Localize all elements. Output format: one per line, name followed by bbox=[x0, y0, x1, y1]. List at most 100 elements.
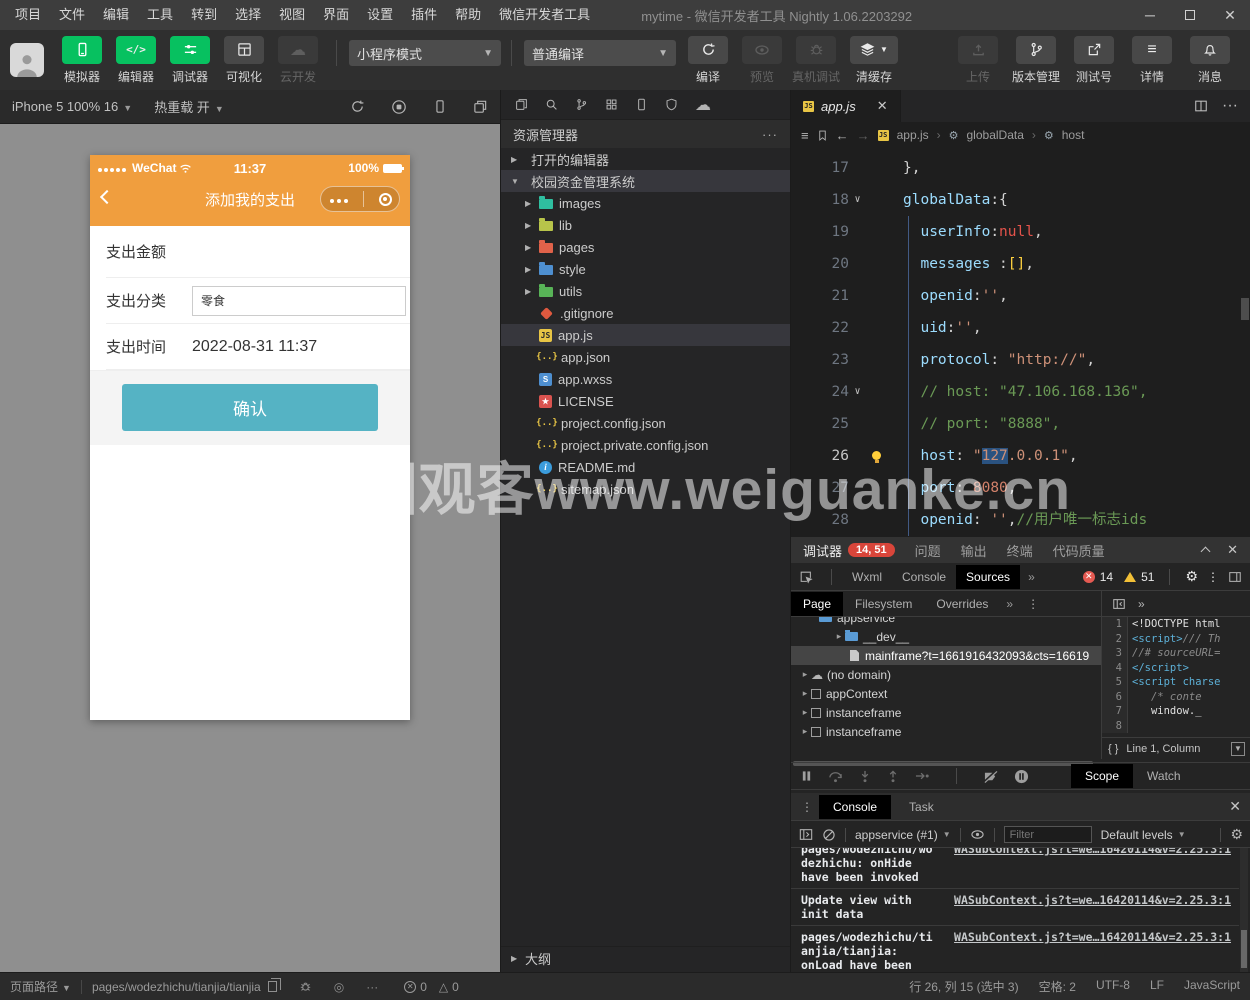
cloud-dev-button[interactable]: ☁ 云开发 bbox=[272, 35, 324, 85]
console-sidebar-icon[interactable] bbox=[799, 828, 813, 841]
code-line[interactable]: 23 protocol: "http://", bbox=[791, 344, 1250, 376]
menu-item[interactable]: 编辑 bbox=[94, 0, 138, 30]
code-line[interactable]: 20 messages :[], bbox=[791, 248, 1250, 280]
close-drawer-icon[interactable]: ✕ bbox=[1229, 798, 1241, 815]
dropdown-box-icon[interactable]: ▼ bbox=[1231, 741, 1245, 756]
lightbulb-icon[interactable] bbox=[872, 451, 881, 463]
menu-item[interactable]: 选择 bbox=[226, 0, 270, 30]
menu-item[interactable]: 插件 bbox=[402, 0, 446, 30]
bookmark-icon[interactable] bbox=[817, 129, 828, 142]
close-tab-icon[interactable]: ✕ bbox=[877, 98, 888, 114]
files-icon[interactable] bbox=[515, 98, 528, 111]
tree-section[interactable]: ▼ 校园资金管理系统 bbox=[501, 170, 790, 192]
menu-item[interactable]: 视图 bbox=[270, 0, 314, 30]
more-tabs-icon[interactable]: » bbox=[1006, 597, 1013, 611]
step-into-icon[interactable] bbox=[859, 770, 871, 783]
code-line[interactable]: 17}, bbox=[791, 152, 1250, 184]
panel-tab--[interactable]: 问题 bbox=[915, 541, 941, 560]
log-source-link[interactable]: WASubContext.js?t=we…16420114&v=2.25.3:1 bbox=[954, 848, 1231, 884]
real-device-debug-button[interactable]: 真机调试 bbox=[790, 35, 842, 85]
mobile-icon[interactable] bbox=[635, 98, 648, 111]
time-value[interactable]: 2022-08-31 11:37 bbox=[192, 338, 317, 356]
panel-tab--[interactable]: 输出 bbox=[961, 541, 987, 560]
maximize-button[interactable] bbox=[1170, 0, 1210, 30]
sources-tree-item[interactable]: ▸ __dev__ bbox=[791, 627, 1101, 646]
tree-item[interactable]: JS app.js bbox=[501, 324, 790, 346]
sources-tab-overrides[interactable]: Overrides bbox=[924, 592, 1000, 616]
tree-item[interactable]: {..} app.json bbox=[501, 346, 790, 368]
mode-select[interactable]: 小程序模式 ▼ bbox=[349, 40, 501, 66]
search-icon[interactable] bbox=[545, 98, 558, 111]
code-line[interactable]: 28 openid: '',//用户唯一标志ids bbox=[791, 504, 1250, 536]
tab-app-js[interactable]: JS app.js ✕ bbox=[791, 90, 901, 122]
console-scrollbar[interactable] bbox=[1240, 848, 1248, 972]
drawer-tab-console[interactable]: Console bbox=[819, 794, 892, 819]
step-icon[interactable] bbox=[915, 770, 930, 782]
filter-input[interactable] bbox=[1003, 826, 1092, 843]
inspect-element-icon[interactable] bbox=[799, 570, 813, 584]
upload-button[interactable]: 上传 bbox=[950, 35, 1006, 85]
console-log-list[interactable]: pages/wodezhichu/wo dezhichu: onHide have… bbox=[791, 848, 1239, 972]
messages-button[interactable]: 消息 bbox=[1182, 35, 1238, 85]
watch-eye-icon[interactable]: ◎ bbox=[334, 980, 344, 994]
tree-item[interactable]: i README.md bbox=[501, 456, 790, 478]
braces-icon[interactable]: { } bbox=[1108, 743, 1118, 755]
device-select[interactable]: iPhone 5 100% 16 ▼ bbox=[12, 99, 132, 114]
source-control-icon[interactable] bbox=[575, 98, 588, 111]
dock-side-icon[interactable] bbox=[1228, 570, 1242, 584]
back-arrow-icon[interactable]: ← bbox=[836, 128, 849, 143]
outline-section[interactable]: ▶ 大纲 bbox=[501, 946, 790, 970]
pause-on-exceptions-icon[interactable] bbox=[1014, 769, 1029, 784]
console-settings-gear-icon[interactable]: ⚙ bbox=[1230, 826, 1243, 843]
code-line[interactable]: 27 port: 8080, bbox=[791, 472, 1250, 504]
tree-item[interactable]: {..} project.private.config.json bbox=[501, 434, 790, 456]
float-window-icon[interactable] bbox=[473, 99, 488, 114]
version-control-button[interactable]: 版本管理 bbox=[1008, 35, 1064, 85]
preview-button[interactable]: 预览 bbox=[736, 35, 788, 85]
tree-item[interactable]: ★ LICENSE bbox=[501, 390, 790, 412]
more-actions-icon[interactable]: ··· bbox=[762, 127, 778, 142]
fold-chevron-icon[interactable]: ∨ bbox=[849, 376, 866, 408]
inspector-tab-console[interactable]: Console bbox=[892, 565, 956, 589]
cursor-position[interactable]: 行 26, 列 15 (选中 3) bbox=[909, 978, 1018, 995]
tab-watch[interactable]: Watch bbox=[1133, 764, 1195, 788]
sources-tree-item[interactable]: appservice bbox=[791, 617, 1101, 627]
compile-mode-select[interactable]: 普通编译 ▼ bbox=[524, 40, 676, 66]
sources-tree-item[interactable]: ▸ instanceframe bbox=[791, 722, 1101, 741]
sources-tab-filesystem[interactable]: Filesystem bbox=[843, 592, 924, 616]
menu-item[interactable]: 文件 bbox=[50, 0, 94, 30]
tree-item[interactable]: ▶ images bbox=[501, 192, 790, 214]
amount-row[interactable]: 支出金额 bbox=[106, 226, 410, 278]
code-line[interactable]: 22 uid:'', bbox=[791, 312, 1250, 344]
simulator-button[interactable]: 模拟器 bbox=[56, 35, 108, 85]
current-page-path[interactable]: pages/wodezhichu/tianjia/tianjia bbox=[92, 980, 261, 994]
tree-item[interactable]: .gitignore bbox=[501, 302, 790, 324]
step-out-icon[interactable] bbox=[887, 769, 899, 783]
drawer-tab-task[interactable]: Task bbox=[895, 795, 948, 819]
kebab-menu-icon[interactable]: ⋮ bbox=[801, 800, 813, 814]
close-button[interactable]: ✕ bbox=[1210, 0, 1250, 30]
forward-arrow-icon[interactable]: → bbox=[857, 128, 870, 143]
clear-console-icon[interactable] bbox=[822, 828, 836, 842]
breadcrumb-symbol[interactable]: globalData bbox=[967, 128, 1024, 142]
code-line[interactable]: 18 ∨ globalData:{ bbox=[791, 184, 1250, 216]
eol-type[interactable]: LF bbox=[1150, 978, 1164, 995]
hot-reload-toggle[interactable]: 热重载 开 ▼ bbox=[154, 97, 224, 116]
minimize-ring-icon[interactable] bbox=[378, 192, 392, 206]
fold-chevron-icon[interactable]: ∨ bbox=[849, 184, 866, 216]
step-over-icon[interactable] bbox=[828, 770, 843, 783]
kebab-menu-icon[interactable]: ⋮ bbox=[1207, 570, 1219, 584]
log-source-link[interactable]: WASubContext.js?t=we…16420114&v=2.25.3:1 bbox=[954, 930, 1231, 972]
problems-summary[interactable]: ✕ 0 △ 0 bbox=[404, 980, 459, 994]
sources-tree-item[interactable]: ▸ appContext bbox=[791, 684, 1101, 703]
deactivate-breakpoints-icon[interactable] bbox=[983, 769, 998, 783]
log-levels-select[interactable]: Default levels ▼ bbox=[1101, 828, 1186, 842]
tree-item[interactable]: ▶ pages bbox=[501, 236, 790, 258]
breadcrumb-file[interactable]: app.js bbox=[897, 128, 929, 142]
editor-button[interactable]: </> 编辑器 bbox=[110, 35, 162, 85]
extensions-icon[interactable] bbox=[605, 98, 618, 111]
panel-tab--[interactable]: 代码质量 bbox=[1053, 541, 1105, 560]
sources-tab-page[interactable]: Page bbox=[791, 591, 844, 616]
breadcrumb-symbol[interactable]: host bbox=[1062, 128, 1085, 142]
rotate-icon[interactable] bbox=[350, 99, 365, 114]
